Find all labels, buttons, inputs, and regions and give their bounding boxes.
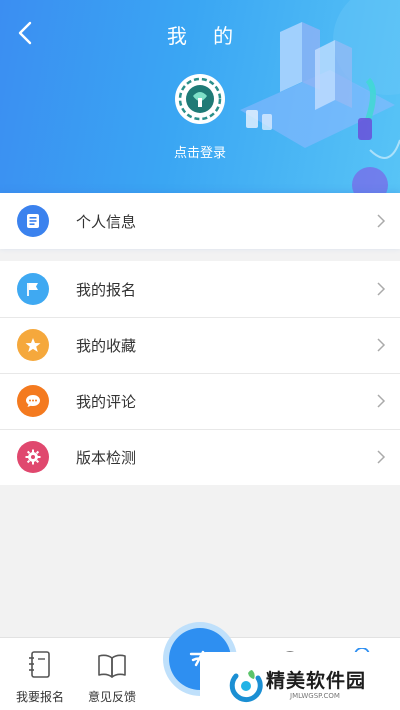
chevron-right-icon <box>377 394 386 408</box>
chat-bubble-icon <box>17 385 49 417</box>
logo-emblem-icon <box>176 75 224 123</box>
document-icon <box>17 205 49 237</box>
login-link[interactable]: 点击登录 <box>0 142 400 161</box>
menu-item-version-check[interactable]: 版本检测 <box>0 429 400 485</box>
profile-header: 我 的 点击登录 <box>0 0 400 193</box>
menu-item-label: 版本检测 <box>76 448 137 467</box>
watermark-text: 精美软件园 <box>266 670 367 692</box>
menu-item-my-favorites[interactable]: 我的收藏 <box>0 317 400 373</box>
star-icon <box>17 329 49 361</box>
notebook-icon <box>29 651 50 678</box>
menu-item-label: 我的报名 <box>76 280 137 299</box>
tab-label: 意见反馈 <box>87 690 136 704</box>
chevron-right-icon <box>377 214 386 228</box>
avatar[interactable] <box>175 74 225 124</box>
watermark-logo-icon <box>229 670 263 703</box>
tab-label: 我要报名 <box>15 690 64 704</box>
watermark-subtext: JMLWGSP.COM <box>290 692 340 700</box>
chevron-right-icon <box>377 282 386 296</box>
menu-item-label: 我的评论 <box>76 392 137 411</box>
menu-list: 我的报名 我的收藏 我的评论 版本检测 <box>0 261 400 485</box>
site-watermark: 精美软件园 JMLWGSP.COM <box>200 652 400 710</box>
gear-icon <box>17 441 49 473</box>
chevron-right-icon <box>377 450 386 464</box>
tab-feedback[interactable]: 意见反馈 <box>72 638 152 710</box>
page-title: 我 的 <box>166 24 244 48</box>
book-icon <box>98 654 126 678</box>
menu-item-personal-info[interactable]: 个人信息 <box>0 193 400 249</box>
menu-item-my-comments[interactable]: 我的评论 <box>0 373 400 429</box>
menu-item-my-registrations[interactable]: 我的报名 <box>0 261 400 317</box>
flag-icon <box>17 273 49 305</box>
chevron-right-icon <box>377 338 386 352</box>
menu-item-label: 我的收藏 <box>76 336 137 355</box>
menu-item-label: 个人信息 <box>76 212 137 231</box>
tab-register[interactable]: 我要报名 <box>0 638 80 710</box>
profile-card: 个人信息 <box>0 193 400 249</box>
